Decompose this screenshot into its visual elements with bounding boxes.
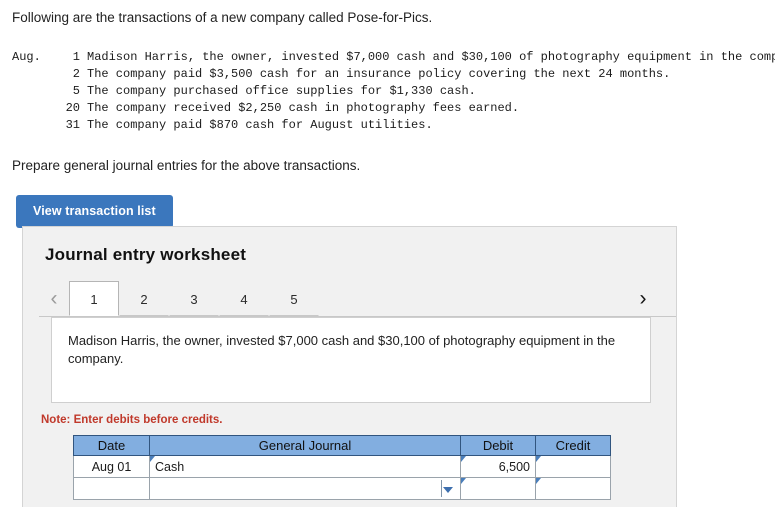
chevron-right-icon[interactable]: › xyxy=(628,281,658,316)
transaction-row: Aug. 1 Madison Harris, the owner, invested… xyxy=(12,49,775,66)
transaction-row: 2 The company paid $3,500 cash for an ins… xyxy=(12,66,775,83)
transaction-day: 31 xyxy=(65,118,80,133)
transaction-description: The company received $2,250 cash in phot… xyxy=(87,101,520,116)
column-header-general-journal: General Journal xyxy=(149,435,461,456)
worksheet-tabstrip: ‹ 1 2 3 4 5 › xyxy=(23,281,676,317)
debit-amount-cell[interactable] xyxy=(460,477,536,500)
credit-amount-cell[interactable] xyxy=(535,455,611,478)
transaction-row: 31 The company paid $870 cash for August … xyxy=(12,117,775,134)
date-cell[interactable] xyxy=(73,477,150,500)
transaction-description-box: Madison Harris, the owner, invested $7,0… xyxy=(51,317,651,403)
journal-table-header-row: Date General Journal Debit Credit xyxy=(73,435,611,456)
instruction-text: Prepare general journal entries for the … xyxy=(12,158,361,174)
debit-amount-cell[interactable]: 6,500 xyxy=(460,455,536,478)
transaction-month-label: Aug. xyxy=(12,50,41,65)
transaction-list: Aug. 1 Madison Harris, the owner, invested… xyxy=(0,49,775,134)
account-name-cell[interactable] xyxy=(149,477,461,500)
intro-text: Following are the transactions of a new … xyxy=(12,10,433,25)
transaction-description: The company paid $870 cash for August ut… xyxy=(87,118,433,133)
transaction-day: 1 xyxy=(72,50,80,65)
account-name-cell[interactable]: Cash xyxy=(149,455,461,478)
transaction-day: 20 xyxy=(65,101,80,116)
transaction-day: 2 xyxy=(72,67,80,82)
worksheet-tab-1[interactable]: 1 xyxy=(69,281,119,316)
journal-table-wrapper: Date General Journal Debit Credit Aug 01… xyxy=(23,426,676,500)
worksheet-tab-5[interactable]: 5 xyxy=(269,281,319,316)
transaction-row: 20 The company received $2,250 cash in ph… xyxy=(12,100,775,117)
view-transaction-list-button[interactable]: View transaction list xyxy=(16,195,173,229)
credit-amount-cell[interactable] xyxy=(535,477,611,500)
tabstrip-rule xyxy=(39,316,676,317)
debits-before-credits-note: Note: Enter debits before credits. xyxy=(41,414,223,426)
journal-entry-worksheet-panel: Journal entry worksheet ‹ 1 2 3 4 5 › Madison… xyxy=(22,226,677,507)
transaction-row: 5 The company purchased office supplies f… xyxy=(12,83,775,100)
chevron-left-icon[interactable]: ‹ xyxy=(39,281,69,316)
dropdown-separator xyxy=(441,480,442,497)
transaction-day: 5 xyxy=(72,84,80,99)
chevron-down-icon[interactable] xyxy=(443,486,453,493)
column-header-date: Date xyxy=(73,435,150,456)
journal-entry-row: Aug 01 Cash 6,500 xyxy=(73,455,611,478)
worksheet-tab-2[interactable]: 2 xyxy=(119,281,169,316)
column-header-credit: Credit xyxy=(535,435,611,456)
worksheet-tab-4[interactable]: 4 xyxy=(219,281,269,316)
transaction-description: Madison Harris, the owner, invested $7,0… xyxy=(87,50,775,65)
date-cell[interactable]: Aug 01 xyxy=(73,455,150,478)
general-journal-table: Date General Journal Debit Credit Aug 01… xyxy=(73,435,611,500)
worksheet-title: Journal entry worksheet xyxy=(45,245,247,264)
worksheet-tab-3[interactable]: 3 xyxy=(169,281,219,316)
transaction-description: The company purchased office supplies fo… xyxy=(87,84,476,99)
transaction-description: The company paid $3,500 cash for an insu… xyxy=(87,67,671,82)
journal-entry-row xyxy=(73,477,611,500)
column-header-debit: Debit xyxy=(460,435,536,456)
